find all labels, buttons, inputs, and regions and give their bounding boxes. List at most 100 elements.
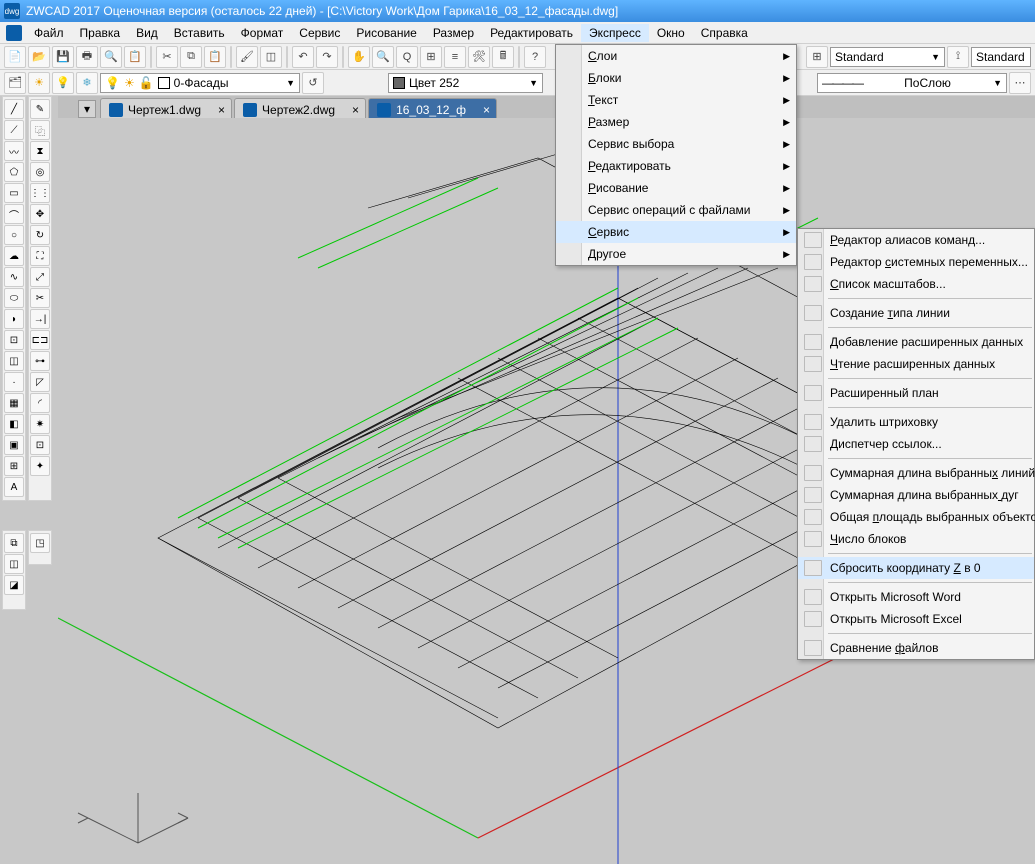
- erase-tool[interactable]: ✎: [30, 99, 50, 119]
- t3[interactable]: ◪: [4, 575, 24, 595]
- publish-button[interactable]: 📋: [124, 46, 146, 68]
- stretch-tool[interactable]: ⤢: [30, 267, 50, 287]
- calc-button[interactable]: 🖩: [492, 46, 514, 68]
- scale-tool[interactable]: ⛶: [30, 246, 50, 266]
- rotate-tool[interactable]: ↻: [30, 225, 50, 245]
- block-button[interactable]: ◫: [260, 46, 282, 68]
- menu-item[interactable]: Число блоков: [798, 528, 1034, 550]
- freeze-icon[interactable]: ❄: [76, 72, 98, 94]
- trim-tool[interactable]: ✂: [30, 288, 50, 308]
- menu-item[interactable]: Сервис операций с файлами▶: [556, 199, 796, 221]
- undo-button[interactable]: ↶: [292, 46, 314, 68]
- tool-button[interactable]: 🛠: [468, 46, 490, 68]
- table-tool[interactable]: ⊞: [4, 456, 24, 476]
- t2[interactable]: ◫: [4, 554, 24, 574]
- color-dropdown[interactable]: Цвет 252 ▼: [388, 73, 543, 93]
- menu-item[interactable]: Открыть Microsoft Word: [798, 586, 1034, 608]
- menu-item[interactable]: Сравнение файлов: [798, 637, 1034, 659]
- menu-вид[interactable]: Вид: [128, 24, 166, 42]
- dim-style-icon[interactable]: ⟟: [947, 46, 969, 68]
- menu-item[interactable]: Общая площадь выбранных объектов: [798, 506, 1034, 528]
- menu-рисование[interactable]: Рисование: [348, 24, 424, 42]
- menu-item[interactable]: Добавление расширенных данных: [798, 331, 1034, 353]
- redo-button[interactable]: ↷: [316, 46, 338, 68]
- preview-button[interactable]: 🔍: [100, 46, 122, 68]
- pan-button[interactable]: ✋: [348, 46, 370, 68]
- menu-item[interactable]: Редактор системных переменных...: [798, 251, 1034, 273]
- pline-tool[interactable]: 〰: [4, 141, 24, 161]
- move-tool[interactable]: ✥: [30, 204, 50, 224]
- break-tool[interactable]: ⊏⊐: [30, 330, 50, 350]
- new-button[interactable]: 📄: [4, 46, 26, 68]
- menu-item[interactable]: Создание типа линии: [798, 302, 1034, 324]
- menu-правка[interactable]: Правка: [72, 24, 129, 42]
- menu-формат[interactable]: Формат: [233, 24, 292, 42]
- spline-tool[interactable]: ∿: [4, 267, 24, 287]
- join-tool[interactable]: ⊶: [30, 351, 50, 371]
- menu-item[interactable]: Другое▶: [556, 243, 796, 265]
- menu-сервис[interactable]: Сервис: [291, 24, 348, 42]
- menu-item[interactable]: Редактировать▶: [556, 155, 796, 177]
- tab-close[interactable]: ×: [483, 103, 490, 117]
- chamfer-tool[interactable]: ◸: [30, 372, 50, 392]
- offset-tool[interactable]: ◎: [30, 162, 50, 182]
- paste-button[interactable]: 📋: [204, 46, 226, 68]
- tab-Чертеж1.dwg[interactable]: Чертеж1.dwg×: [100, 98, 232, 118]
- menu-экспресс[interactable]: Экспресс: [581, 24, 649, 42]
- menu-редактировать[interactable]: Редактировать: [482, 24, 581, 42]
- xline-tool[interactable]: ⟋: [4, 120, 24, 140]
- service-submenu[interactable]: Редактор алиасов команд...Редактор систе…: [797, 228, 1035, 660]
- style-dropdown-2[interactable]: Standard: [971, 47, 1031, 67]
- style-dropdown-1[interactable]: Standard▼: [830, 47, 945, 67]
- menu-item[interactable]: Список масштабов...: [798, 273, 1034, 295]
- gradient-tool[interactable]: ◧: [4, 414, 24, 434]
- cut-button[interactable]: ✂: [156, 46, 178, 68]
- tab-close[interactable]: ×: [352, 103, 359, 117]
- 104-tool[interactable]: ⊡: [30, 435, 50, 455]
- line-tool[interactable]: ╱: [4, 99, 24, 119]
- express-dropdown[interactable]: Слои▶Блоки▶Текст▶Размер▶Сервис выбора▶Ре…: [555, 44, 797, 266]
- ellipse-tool[interactable]: ⬭: [4, 288, 24, 308]
- menu-item[interactable]: Редактор алиасов команд...: [798, 229, 1034, 251]
- mtext-tool[interactable]: A: [4, 477, 24, 497]
- menu-окно[interactable]: Окно: [649, 24, 693, 42]
- menu-item[interactable]: Размер▶: [556, 111, 796, 133]
- zoom-button[interactable]: 🔍: [372, 46, 394, 68]
- polygon-tool[interactable]: ⬠: [4, 162, 24, 182]
- sun-icon[interactable]: ☀: [28, 72, 50, 94]
- menu-item[interactable]: Удалить штриховку: [798, 411, 1034, 433]
- t1[interactable]: ⧉: [4, 533, 24, 553]
- open-button[interactable]: 📂: [28, 46, 50, 68]
- 105-tool[interactable]: ✦: [30, 456, 50, 476]
- insert-tool[interactable]: ⊡: [4, 330, 24, 350]
- table-style-icon[interactable]: ⊞: [806, 46, 828, 68]
- fillet-tool[interactable]: ◜: [30, 393, 50, 413]
- help-button[interactable]: ?: [524, 46, 546, 68]
- circle-tool[interactable]: ○: [4, 225, 24, 245]
- zoom2-button[interactable]: Q: [396, 46, 418, 68]
- rect-tool[interactable]: ▭: [4, 183, 24, 203]
- menu-справка[interactable]: Справка: [693, 24, 756, 42]
- layer-dropdown[interactable]: 💡☀🔓 0-Фасады ▼: [100, 73, 300, 93]
- menu-item[interactable]: Суммарная длина выбранных линий: [798, 462, 1034, 484]
- menu-item[interactable]: Диспетчер ссылок...: [798, 433, 1034, 455]
- menu-вставить[interactable]: Вставить: [166, 24, 233, 42]
- layer-manager-button[interactable]: 🗂: [4, 72, 26, 94]
- arc-tool[interactable]: ⌒: [4, 204, 24, 224]
- menu-item[interactable]: Сбросить координату Z в 0: [798, 557, 1034, 579]
- print-button[interactable]: 🖶: [76, 46, 98, 68]
- menu-item[interactable]: Сервис▶: [556, 221, 796, 243]
- menu-item[interactable]: Сервис выбора▶: [556, 133, 796, 155]
- menu-item[interactable]: Рисование▶: [556, 177, 796, 199]
- menu-item[interactable]: Расширенный план: [798, 382, 1034, 404]
- copy-tool[interactable]: ⿻: [30, 120, 50, 140]
- menu-item[interactable]: Открыть Microsoft Excel: [798, 608, 1034, 630]
- menu-файл[interactable]: Файл: [26, 24, 72, 42]
- tab-scroll-left[interactable]: ▾: [78, 100, 96, 118]
- menu-item[interactable]: Чтение расширенных данных: [798, 353, 1034, 375]
- point-tool[interactable]: ·: [4, 372, 24, 392]
- bulb-icon[interactable]: 💡: [52, 72, 74, 94]
- explode-tool[interactable]: ✷: [30, 414, 50, 434]
- props-button[interactable]: ≡: [444, 46, 466, 68]
- menu-item[interactable]: Суммарная длина выбранных дуг: [798, 484, 1034, 506]
